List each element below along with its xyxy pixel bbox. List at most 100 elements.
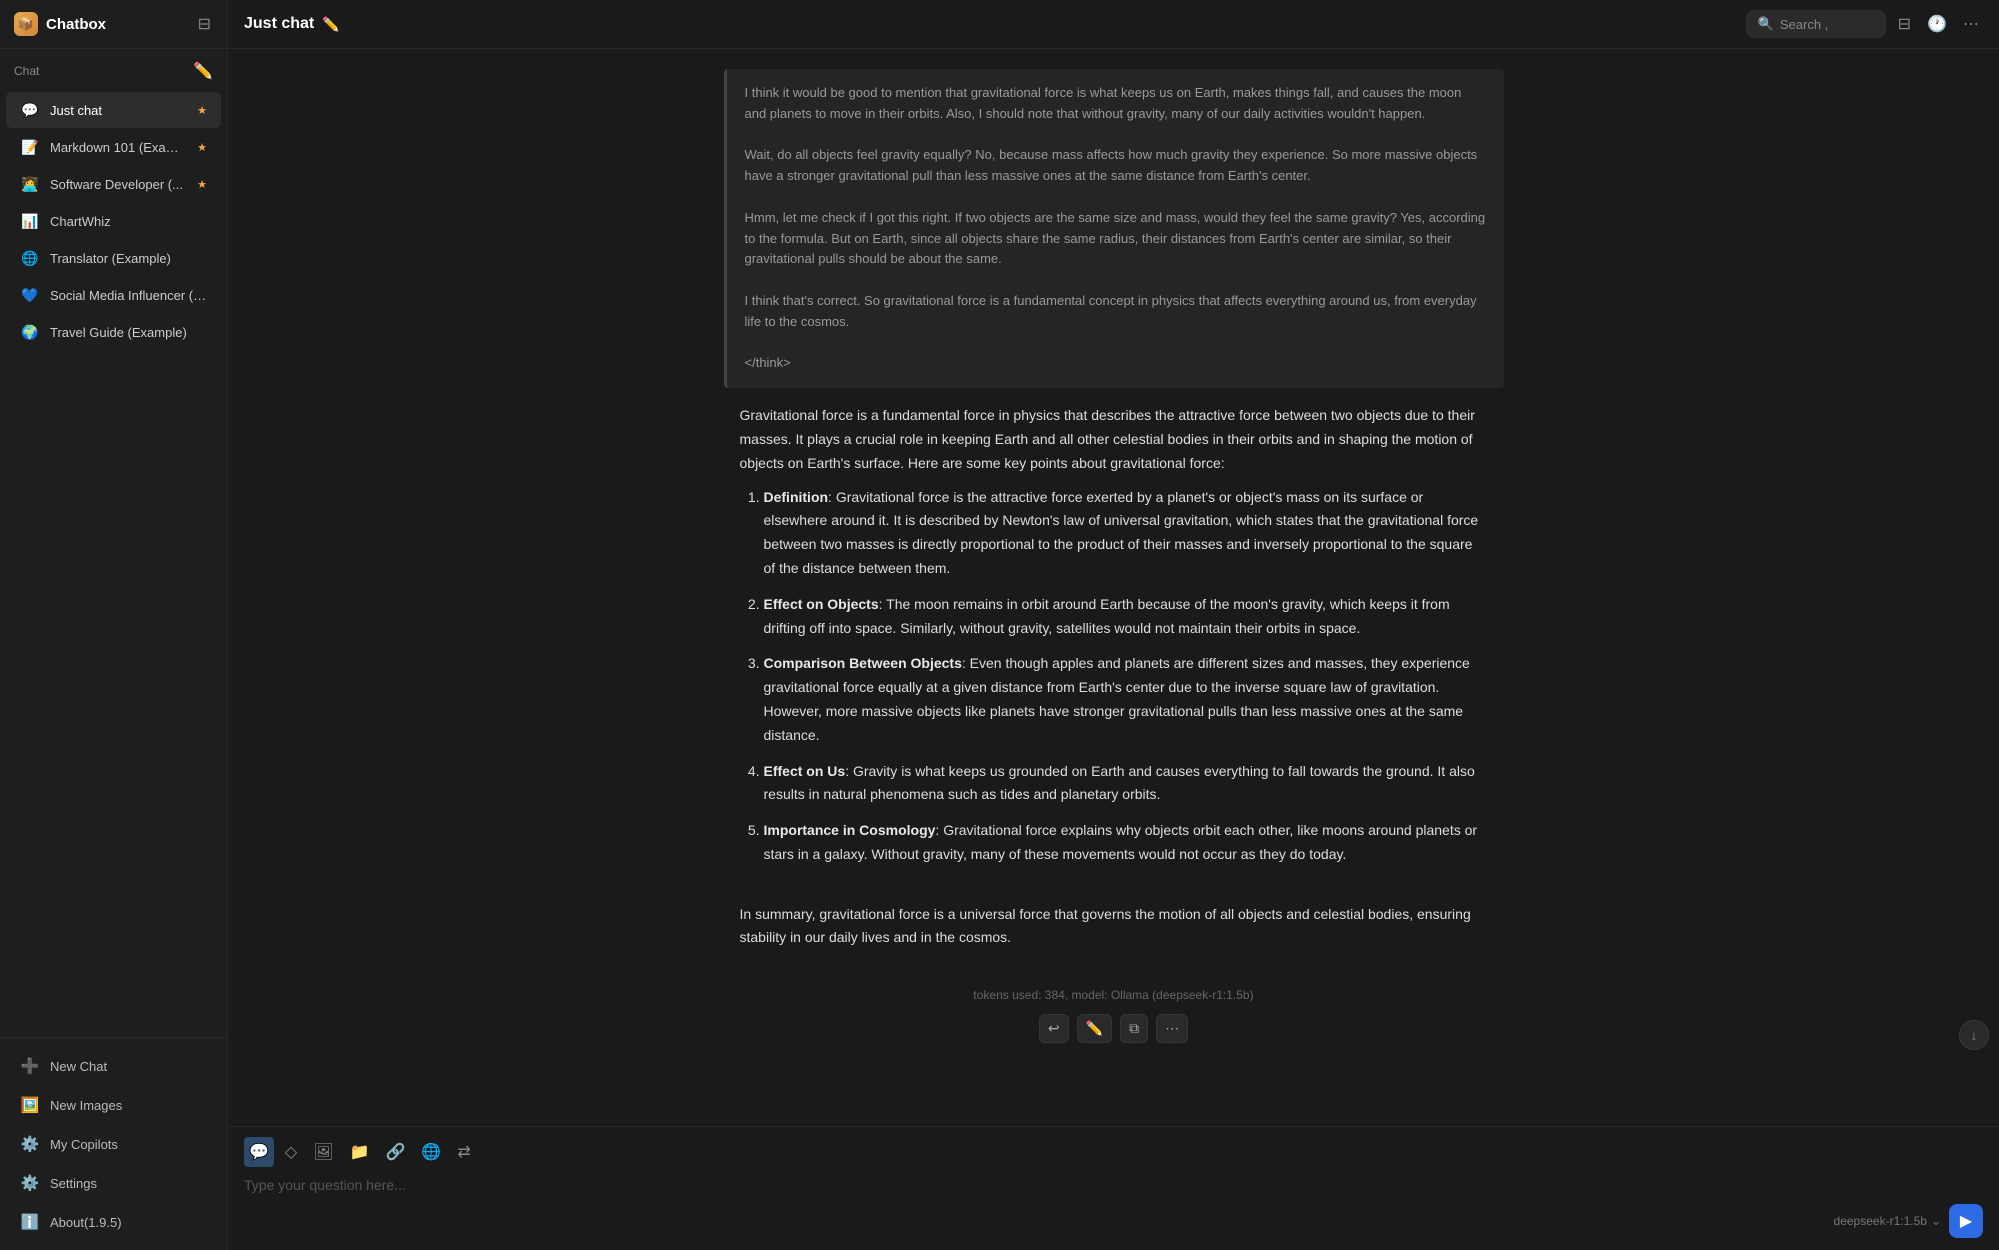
- translator-icon: 🌐: [20, 248, 40, 268]
- info-icon: ℹ️: [20, 1212, 40, 1232]
- response-intro: Gravitational force is a fundamental for…: [740, 404, 1488, 475]
- sidebar-item-label: Just chat: [50, 103, 187, 118]
- new-images-button[interactable]: 🖼️ New Images: [6, 1086, 221, 1124]
- scroll-to-bottom-button[interactable]: ↓: [1959, 1020, 1989, 1050]
- response-text: Gravitational force is a fundamental for…: [740, 404, 1488, 950]
- flow-tool-button[interactable]: ⇄: [452, 1137, 475, 1167]
- list-item-4-text: : Gravity is what keeps us grounded on E…: [764, 763, 1475, 803]
- folder-tool-button[interactable]: 📁: [345, 1137, 375, 1167]
- about-button[interactable]: ℹ️ About(1.9.5): [6, 1203, 221, 1241]
- sidebar-item-travel-guide[interactable]: 🌍 Travel Guide (Example): [6, 314, 221, 350]
- list-item-5-term: Importance in Cosmology: [764, 822, 936, 838]
- sidebar-item-just-chat[interactable]: 💬 Just chat ★: [6, 92, 221, 128]
- settings-label: Settings: [50, 1176, 97, 1191]
- new-chat-icon-button[interactable]: ✏️: [193, 61, 213, 81]
- image-icon: 🖼️: [20, 1095, 40, 1115]
- message-actions: ↩ ✏️ ⧉ ⋯: [1023, 1014, 1204, 1043]
- model-selector-button[interactable]: deepseek-r1:1.5b ⌄: [1834, 1214, 1941, 1228]
- new-images-label: New Images: [50, 1098, 122, 1113]
- thinking-para-3: Hmm, let me check if I got this right. I…: [745, 208, 1486, 270]
- send-button[interactable]: ▶: [1949, 1204, 1983, 1238]
- edit-title-button[interactable]: ✏️: [322, 16, 339, 33]
- sidebar-item-social-media[interactable]: 💙 Social Media Influencer (E...: [6, 277, 221, 313]
- input-area: 💬 ◇ 🖼 📁 🔗 🌐 ⇄ deepseek-r1:1.5b ⌄ ▶: [228, 1126, 1999, 1250]
- response-block: Gravitational force is a fundamental for…: [724, 404, 1504, 960]
- sidebar-item-label: Social Media Influencer (E...: [50, 288, 207, 303]
- about-label: About(1.9.5): [50, 1215, 122, 1230]
- copy-message-button[interactable]: ⧉: [1120, 1014, 1148, 1043]
- sidebar-item-label: Markdown 101 (Exam...: [50, 140, 187, 155]
- sidebar-header: 📦 Chatbox ⊟: [0, 0, 227, 49]
- input-row: [244, 1175, 1983, 1196]
- settings-button[interactable]: ⚙️ Settings: [6, 1164, 221, 1202]
- new-chat-label: New Chat: [50, 1059, 107, 1074]
- dev-icon: 👩‍💻: [20, 174, 40, 194]
- chat-tool-button[interactable]: 💬: [244, 1137, 274, 1167]
- app-icon: 📦: [14, 12, 38, 36]
- response-summary: In summary, gravitational force is a uni…: [740, 903, 1488, 951]
- globe-tool-button[interactable]: 🌐: [416, 1137, 446, 1167]
- layout-toggle-button[interactable]: ⊟: [1894, 10, 1915, 38]
- message-input[interactable]: [244, 1175, 1983, 1196]
- thinking-para-2: Wait, do all objects feel gravity equall…: [745, 145, 1486, 187]
- list-item-4: Effect on Us: Gravity is what keeps us g…: [764, 760, 1488, 808]
- sidebar-item-label: ChartWhiz: [50, 214, 207, 229]
- chevron-down-icon: ⌄: [1931, 1214, 1941, 1228]
- my-copilots-button[interactable]: ⚙️ My Copilots: [6, 1125, 221, 1163]
- input-toolbar: 💬 ◇ 🖼 📁 🔗 🌐 ⇄: [244, 1137, 1983, 1167]
- more-message-button[interactable]: ⋯: [1156, 1014, 1188, 1043]
- list-item-1-text: : Gravitational force is the attractive …: [764, 489, 1479, 576]
- list-item-1-term: Definition: [764, 489, 829, 505]
- star-icon: ★: [197, 141, 207, 154]
- sidebar-item-chartwhiz[interactable]: 📊 ChartWhiz: [6, 203, 221, 239]
- list-item-5: Importance in Cosmology: Gravitational f…: [764, 819, 1488, 867]
- list-item-4-term: Effect on Us: [764, 763, 846, 779]
- chart-icon: 📊: [20, 211, 40, 231]
- sidebar-item-label: Translator (Example): [50, 251, 207, 266]
- star-icon: ★: [197, 104, 207, 117]
- more-options-button[interactable]: ⋯: [1959, 10, 1983, 38]
- regenerate-button[interactable]: ↩: [1039, 1014, 1069, 1043]
- input-footer: deepseek-r1:1.5b ⌄ ▶: [244, 1204, 1983, 1238]
- thinking-block: I think it would be good to mention that…: [724, 69, 1504, 388]
- image-tool-button[interactable]: 🖼: [308, 1137, 338, 1167]
- sidebar-item-software-developer[interactable]: 👩‍💻 Software Developer (... ★: [6, 166, 221, 202]
- search-bar[interactable]: 🔍 Search ,: [1746, 10, 1886, 38]
- chat-area: I think it would be good to mention that…: [228, 49, 1999, 1126]
- thinking-para-4: I think that's correct. So gravitational…: [745, 291, 1486, 333]
- new-chat-button[interactable]: ➕ New Chat: [6, 1047, 221, 1085]
- list-item-3-term: Comparison Between Objects: [764, 655, 962, 671]
- erase-tool-button[interactable]: ◇: [280, 1137, 302, 1167]
- search-icon: 🔍: [1758, 16, 1774, 32]
- plus-icon: ➕: [20, 1056, 40, 1076]
- list-item-1: Definition: Gravitational force is the a…: [764, 486, 1488, 581]
- sidebar-section: Chat ✏️: [0, 49, 227, 87]
- sidebar-item-translator[interactable]: 🌐 Translator (Example): [6, 240, 221, 276]
- response-list: Definition: Gravitational force is the a…: [740, 486, 1488, 867]
- star-icon: ★: [197, 178, 207, 191]
- topbar: Just chat ✏️ 🔍 Search , ⊟ 🕐 ⋯: [228, 0, 1999, 49]
- list-item-2-term: Effect on Objects: [764, 596, 879, 612]
- markdown-icon: 📝: [20, 137, 40, 157]
- sidebar: 📦 Chatbox ⊟ Chat ✏️ 💬 Just chat ★ 📝 Mark…: [0, 0, 228, 1250]
- sidebar-toggle-button[interactable]: ⊟: [196, 12, 213, 36]
- main-content: Just chat ✏️ 🔍 Search , ⊟ 🕐 ⋯ I think it…: [228, 0, 1999, 1250]
- my-copilots-label: My Copilots: [50, 1137, 118, 1152]
- settings-icon: ⚙️: [20, 1173, 40, 1193]
- app-title: Chatbox: [46, 16, 188, 33]
- sidebar-item-label: Software Developer (...: [50, 177, 187, 192]
- sidebar-item-markdown[interactable]: 📝 Markdown 101 (Exam... ★: [6, 129, 221, 165]
- history-button[interactable]: 🕐: [1923, 10, 1951, 38]
- model-name-label: deepseek-r1:1.5b: [1834, 1214, 1927, 1228]
- travel-icon: 🌍: [20, 322, 40, 342]
- edit-message-button[interactable]: ✏️: [1077, 1014, 1112, 1043]
- topbar-actions: 🔍 Search , ⊟ 🕐 ⋯: [1746, 10, 1983, 38]
- link-tool-button[interactable]: 🔗: [380, 1137, 410, 1167]
- chat-title: Just chat ✏️: [244, 15, 1736, 33]
- sidebar-item-label: Travel Guide (Example): [50, 325, 207, 340]
- list-item-2: Effect on Objects: The moon remains in o…: [764, 593, 1488, 641]
- token-info: tokens used: 384, model: Ollama (deepsee…: [724, 988, 1504, 1002]
- thinking-para-1: I think it would be good to mention that…: [745, 83, 1486, 125]
- list-item-3: Comparison Between Objects: Even though …: [764, 652, 1488, 747]
- social-icon: 💙: [20, 285, 40, 305]
